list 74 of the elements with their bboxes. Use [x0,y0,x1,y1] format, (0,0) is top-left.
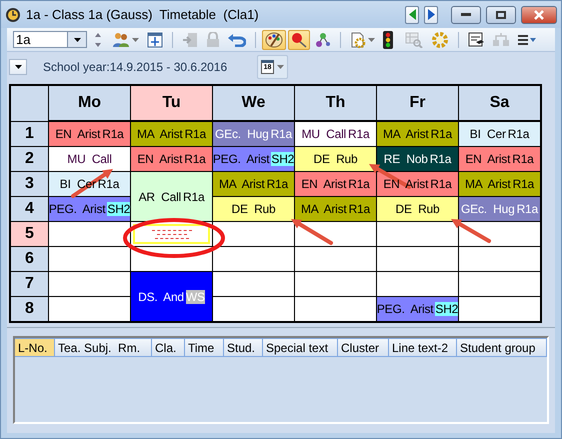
class-field[interactable]: 1a [13,31,67,48]
period-number[interactable]: 6 [11,247,48,271]
column-header[interactable]: L-No. [15,338,55,357]
column-header[interactable]: Tea. Subj. Rm. [55,338,152,357]
period-number[interactable]: 4 [11,197,48,221]
period-number[interactable]: 1 [11,122,48,146]
day-header[interactable]: Mo [49,86,130,121]
maximize-icon [496,10,506,18]
column-header[interactable]: Cla. [152,338,185,357]
lesson-cell[interactable]: AR Call R1a [131,172,212,221]
lesson-cell[interactable]: RE Nob R1a [377,147,458,171]
lesson-cell[interactable]: MA Arist R1a [213,172,294,196]
lesson-cell[interactable]: EN Arist R1a [295,172,376,196]
lesson-cell[interactable]: DE Rub [377,197,458,221]
corner-cell [11,86,48,121]
lesson-cell[interactable]: GEc. Hug R1a [459,197,540,221]
dropdown-button[interactable] [67,31,87,48]
lesson-cell[interactable]: BI Cer R1a [459,122,540,146]
lesson-cell[interactable]: DE Rub [295,147,376,171]
period-number[interactable]: 3 [11,172,48,196]
lesson-cell[interactable]: DE Rub [213,197,294,221]
next-button[interactable] [424,6,438,24]
lesson-cell[interactable]: PEG. Arist SH2 [49,197,130,221]
day-header[interactable]: Sa [459,86,540,121]
column-header[interactable]: Time [185,338,224,357]
period-number[interactable]: 2 [11,147,48,171]
arrow [451,219,491,243]
column-header[interactable]: Line text-2 [389,338,457,357]
list-menu-icon[interactable] [518,34,536,46]
placeholder-lesson[interactable] [133,224,210,244]
people-icon[interactable] [112,32,130,48]
document-gear-icon[interactable] [350,32,366,48]
lesson-cell[interactable]: MA Arist R1a [459,172,540,196]
left-triangle-icon [408,9,416,20]
lesson-cell[interactable]: EN Arist R1a [131,147,212,171]
clock-icon [5,6,21,22]
period-number[interactable]: 7 [11,272,48,296]
school-year: School year:14.9.2015 - 30.6.2016 [43,60,228,74]
day-header[interactable]: Tu [131,86,212,121]
day-header[interactable]: We [213,86,294,121]
traffic-light-icon[interactable] [383,30,393,48]
lesson-cell[interactable]: DS. And WS [131,272,212,321]
collapse-button[interactable] [9,59,27,75]
lesson-cell[interactable]: MA Arist R1a [377,122,458,146]
lesson-cell[interactable]: EN Arist R1a [377,172,458,196]
period-number[interactable]: 5 [11,222,48,246]
lesson-cell[interactable]: GEc. Hug R1a [213,122,294,146]
close-button[interactable] [521,6,557,24]
column-header[interactable]: Special text [263,338,338,357]
dropdown-caret-icon[interactable] [74,38,80,42]
window-title: 1a - Class 1a (Gauss) Timetable (Cla1) [26,7,260,22]
period-number[interactable]: 8 [11,297,48,321]
lesson-cell[interactable]: PEG. Arist SH2 [213,147,294,171]
day-header[interactable]: Fr [377,86,458,121]
column-header[interactable]: Student group [457,338,547,357]
close-icon [534,10,544,20]
lesson-cell[interactable]: MA Arist R1a [295,197,376,221]
lesson-cell[interactable]: EN Arist R1a [49,122,130,146]
previous-button[interactable] [405,6,419,24]
column-header[interactable]: Cluster [338,338,389,357]
lesson-cell[interactable]: PEG. Arist SH2 [377,297,458,321]
lesson-cell[interactable]: MA Arist R1a [131,122,212,146]
minimize-icon [461,12,471,16]
right-triangle-icon [428,9,434,20]
lesson-cell[interactable]: EN Arist R1a [459,147,540,171]
arrow [291,219,333,245]
dropdown-caret-icon[interactable] [14,65,22,69]
column-header[interactable]: Stud. [224,338,263,357]
minimize-button[interactable] [451,6,481,24]
lesson-cell[interactable]: MU Call R1a [295,122,376,146]
spinner-icon[interactable] [93,30,103,48]
maximize-button[interactable] [486,6,516,24]
day-header[interactable]: Th [295,86,376,121]
lesson-cell[interactable]: MU Call [49,147,130,171]
